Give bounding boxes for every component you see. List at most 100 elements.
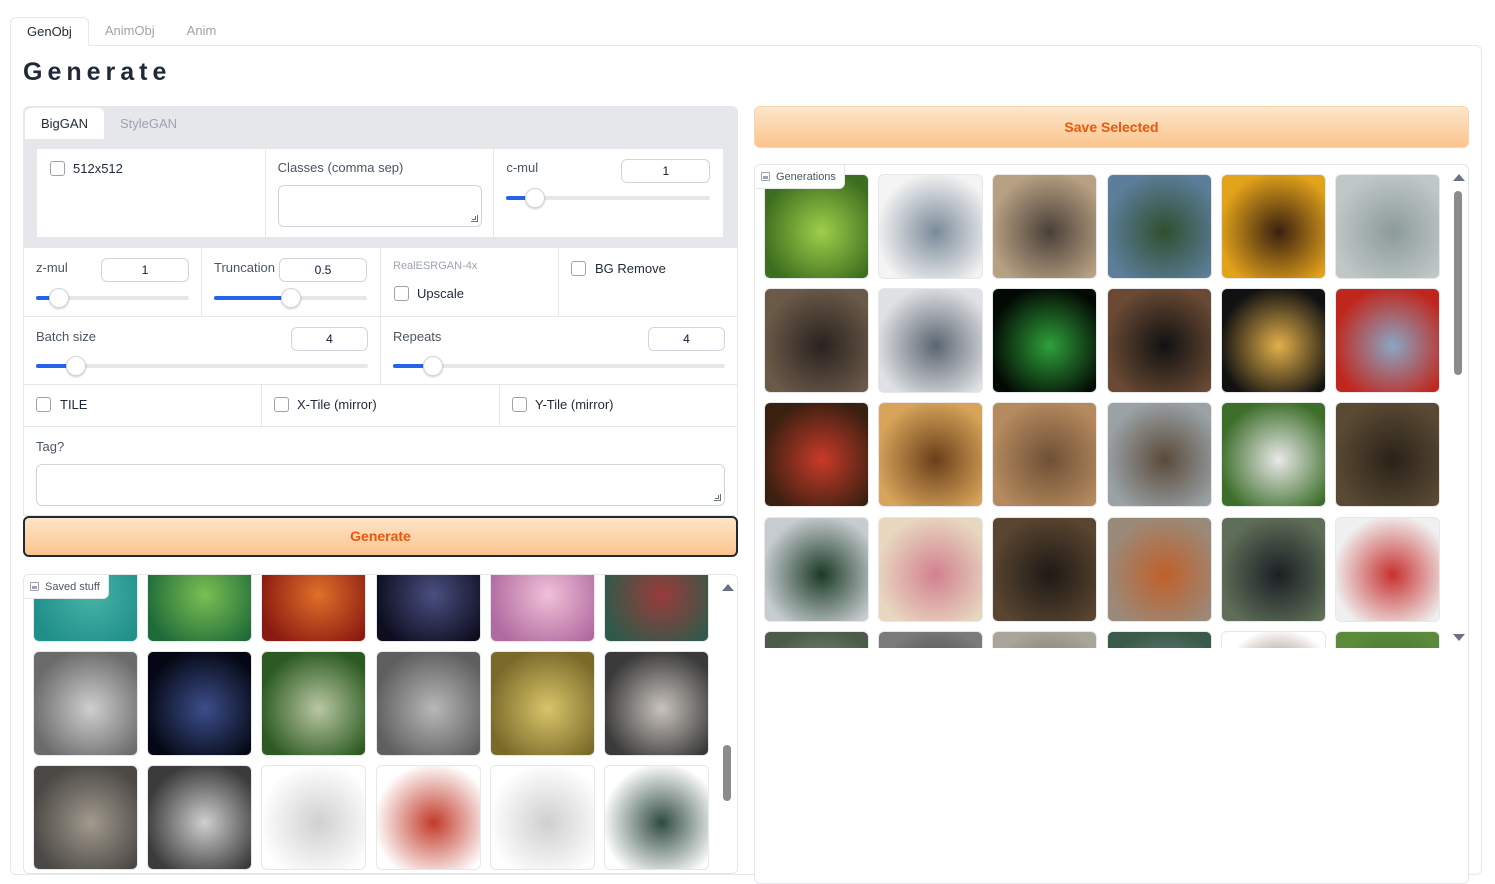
gallery-thumbnail[interactable] [261, 575, 367, 642]
gallery-thumbnail[interactable] [1335, 630, 1440, 648]
gallery-thumbnail[interactable] [992, 174, 1098, 279]
gallery-thumbnail[interactable] [1106, 174, 1212, 279]
gallery-thumbnail[interactable] [1220, 630, 1326, 648]
gallery-thumbnail[interactable] [1220, 288, 1326, 394]
zmul-cell: z-mul 1 [24, 248, 202, 316]
gallery-thumbnail[interactable] [604, 765, 709, 871]
generate-button[interactable]: Generate [23, 516, 738, 557]
tab-anim[interactable]: Anim [171, 17, 233, 46]
batch-slider-thumb[interactable] [66, 356, 86, 376]
gallery-thumbnail[interactable] [764, 402, 869, 508]
repeats-label: Repeats [393, 329, 442, 344]
gallery-thumbnail[interactable] [375, 575, 481, 642]
gallery-thumbnail[interactable] [992, 630, 1098, 648]
resize-grip-icon[interactable] [471, 215, 479, 222]
truncation-input[interactable]: 0.5 [279, 258, 367, 282]
gallery-thumbnail[interactable] [992, 516, 1098, 622]
gallery-thumbnail[interactable] [1335, 516, 1440, 622]
cmul-slider-thumb[interactable] [525, 188, 546, 208]
gallery-thumbnail[interactable] [604, 651, 709, 757]
gallery-thumbnail[interactable] [878, 516, 984, 622]
gallery-thumbnail[interactable] [375, 765, 481, 871]
xtile-checkbox[interactable] [274, 397, 289, 412]
scroll-down-arrow-icon[interactable] [1453, 634, 1465, 641]
gallery-thumbnail[interactable] [878, 174, 984, 279]
biggan-options: 512x512 Classes (comma sep) c-mul 1 [36, 148, 724, 238]
gallery-thumbnail[interactable] [33, 651, 138, 757]
gallery-thumbnail[interactable] [1106, 288, 1212, 394]
gallery-thumbnail[interactable] [764, 288, 869, 394]
classes-input[interactable] [277, 185, 482, 227]
gallery-thumbnail[interactable] [261, 651, 367, 757]
upscale-checkbox[interactable] [394, 286, 409, 301]
classes-cell: Classes (comma sep) [266, 149, 495, 237]
bg-remove-checkbox[interactable] [571, 261, 586, 276]
gallery-thumbnail[interactable] [764, 630, 869, 648]
gallery-thumbnail[interactable] [375, 651, 481, 757]
tab-stylegan[interactable]: StyleGAN [104, 108, 193, 139]
gallery-thumbnail[interactable] [1106, 402, 1212, 508]
tab-animobj[interactable]: AnimObj [89, 17, 171, 46]
gallery-thumbnail[interactable] [992, 288, 1098, 394]
tab-biggan[interactable]: BigGAN [25, 108, 104, 139]
saved-scroll-thumb[interactable] [723, 745, 731, 801]
generations-gallery-title: Generations [776, 170, 836, 183]
zmul-slider-thumb[interactable] [49, 288, 69, 308]
gallery-thumbnail[interactable] [147, 651, 253, 757]
res-checkbox[interactable] [50, 161, 65, 176]
repeats-input[interactable]: 4 [648, 327, 725, 351]
gallery-thumbnail[interactable] [764, 174, 869, 279]
gallery-thumbnail[interactable] [1106, 630, 1212, 648]
model-tabs-panel: BigGAN StyleGAN 512x512 Classes (comma s… [23, 106, 738, 248]
repeats-slider[interactable] [393, 356, 725, 376]
gallery-thumbnail[interactable] [147, 765, 253, 871]
gallery-thumbnail[interactable] [878, 402, 984, 508]
gallery-thumbnail[interactable] [33, 765, 138, 871]
truncation-slider-thumb[interactable] [281, 288, 301, 308]
generations-scroll-thumb[interactable] [1454, 191, 1462, 375]
gallery-thumbnail[interactable] [1335, 288, 1440, 394]
tile-checkbox[interactable] [36, 397, 51, 412]
gallery-thumbnail[interactable] [1335, 402, 1440, 508]
save-selected-button[interactable]: Save Selected [754, 106, 1469, 148]
generations-scrollbar[interactable] [1452, 171, 1465, 643]
tab-genobj[interactable]: GenObj [10, 17, 89, 46]
gallery-thumbnail[interactable] [878, 288, 984, 394]
tile-cell: TILE [24, 385, 262, 426]
gallery-thumbnail[interactable] [1220, 516, 1326, 622]
gallery-thumbnail[interactable] [764, 516, 869, 622]
gallery-thumbnail[interactable] [261, 765, 367, 871]
tile-label: TILE [60, 397, 88, 412]
gallery-thumbnail[interactable] [878, 630, 984, 648]
gallery-thumbnail[interactable] [1106, 516, 1212, 622]
truncation-slider[interactable] [214, 288, 367, 308]
scroll-up-arrow-icon[interactable] [722, 584, 734, 591]
cmul-label: c-mul [506, 160, 539, 175]
gallery-thumbnail[interactable] [489, 765, 595, 871]
ytile-checkbox[interactable] [512, 397, 527, 412]
batch-slider[interactable] [36, 356, 368, 376]
cmul-slider[interactable] [506, 188, 711, 208]
gallery-thumbnail[interactable] [147, 575, 253, 642]
zmul-input[interactable]: 1 [101, 258, 189, 282]
tag-label: Tag? [36, 439, 65, 454]
tag-resize-grip-icon[interactable] [714, 494, 721, 501]
gallery-thumbnail[interactable] [992, 402, 1098, 508]
gallery-thumbnail[interactable] [604, 575, 709, 642]
gallery-thumbnail[interactable] [489, 575, 595, 642]
batch-cell: Batch size 4 [24, 317, 381, 384]
cmul-input[interactable]: 1 [621, 159, 711, 183]
gallery-thumbnail[interactable] [1220, 402, 1326, 508]
gallery-thumbnail[interactable] [1220, 174, 1326, 279]
zmul-slider[interactable] [36, 288, 189, 308]
gallery-thumbnail[interactable] [1335, 174, 1440, 279]
ytile-cell: Y-Tile (mirror) [500, 385, 737, 426]
saved-gallery-label: Saved stuff [24, 575, 109, 599]
tag-input[interactable] [36, 464, 725, 506]
batch-input[interactable]: 4 [291, 327, 368, 351]
batch-label: Batch size [36, 329, 96, 344]
scroll-up-arrow-icon[interactable] [1453, 174, 1465, 181]
repeats-slider-thumb[interactable] [423, 356, 443, 376]
gallery-thumbnail[interactable] [489, 651, 595, 757]
saved-scrollbar[interactable] [721, 581, 734, 871]
